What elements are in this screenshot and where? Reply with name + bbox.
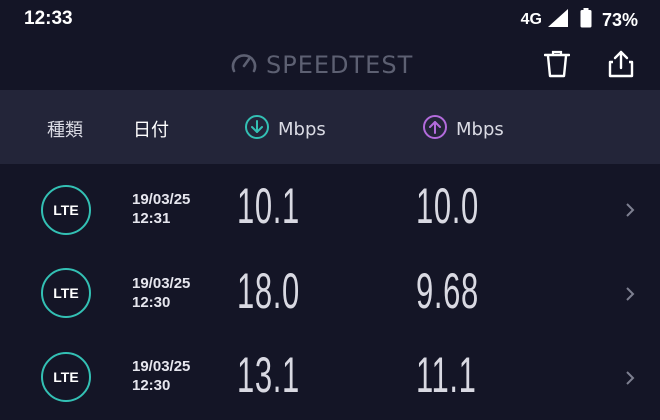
upload-speed: 11.1 — [416, 347, 477, 403]
result-row[interactable]: LTE 19/03/25 12:30 18.0 9.68 — [0, 250, 660, 336]
share-button[interactable] — [605, 50, 637, 82]
column-date[interactable]: 日付 — [133, 116, 169, 142]
upload-speed: 9.68 — [416, 263, 479, 319]
download-unit-label: Mbps — [278, 119, 326, 140]
trash-icon — [543, 50, 571, 82]
share-icon — [607, 50, 635, 82]
download-speed: 13.1 — [237, 347, 300, 403]
result-time: 12:30 — [132, 294, 171, 311]
result-row[interactable]: LTE 19/03/25 12:30 13.1 11.1 — [0, 334, 660, 420]
result-datetime: 19/03/25 12:31 — [132, 190, 190, 228]
brand-title: SPEEDTEST — [266, 51, 414, 79]
result-date: 19/03/25 — [132, 191, 191, 208]
delete-button[interactable] — [541, 50, 573, 82]
brand: SPEEDTEST — [230, 50, 413, 80]
result-date: 19/03/25 — [132, 358, 191, 375]
battery-icon — [580, 7, 592, 33]
status-bar: 12:33 4G 73% — [0, 0, 660, 40]
download-speed: 18.0 — [237, 263, 300, 319]
upload-arrow-icon — [422, 114, 448, 145]
result-time: 12:31 — [132, 210, 171, 227]
column-download[interactable]: Mbps — [244, 114, 326, 145]
connection-type-badge: LTE — [41, 185, 91, 235]
column-type[interactable]: 種類 — [47, 116, 83, 142]
result-time: 12:30 — [132, 377, 171, 394]
upload-unit-label: Mbps — [456, 119, 504, 140]
chevron-right-icon — [624, 370, 636, 385]
upload-speed: 10.0 — [416, 178, 479, 234]
chevron-right-icon — [624, 202, 636, 217]
result-row[interactable]: LTE 19/03/25 12:31 10.1 10.0 — [0, 165, 660, 251]
speedometer-icon — [230, 51, 258, 79]
connection-type-badge: LTE — [41, 352, 91, 402]
app-header: SPEEDTEST — [0, 40, 660, 90]
result-datetime: 19/03/25 12:30 — [132, 274, 190, 312]
connection-type-badge: LTE — [41, 268, 91, 318]
download-speed: 10.1 — [237, 178, 300, 234]
result-datetime: 19/03/25 12:30 — [132, 357, 190, 395]
network-type: 4G — [520, 11, 542, 28]
result-date: 19/03/25 — [132, 275, 191, 292]
chevron-right-icon — [624, 286, 636, 301]
signal-icon — [547, 8, 568, 32]
status-time: 12:33 — [24, 8, 73, 29]
download-arrow-icon — [244, 114, 270, 145]
status-indicators: 4G 73% — [520, 7, 638, 33]
column-upload[interactable]: Mbps — [422, 114, 504, 145]
column-header: 種類 日付 Mbps Mbps — [0, 90, 660, 164]
battery-percent: 73% — [601, 9, 638, 30]
